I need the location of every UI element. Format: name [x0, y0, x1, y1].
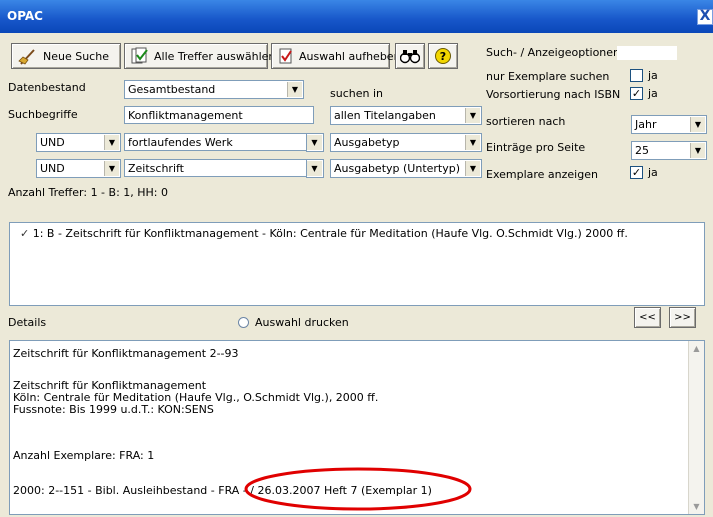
checkbox-label: ja	[648, 69, 658, 82]
details-scrollbar[interactable]: ▲ ▼	[688, 341, 704, 514]
help-icon: ?	[435, 48, 451, 64]
suchen-in-label: suchen in	[330, 87, 383, 100]
field-2-value: Ausgabetyp	[334, 136, 400, 149]
title-bar: OPAC X	[0, 0, 713, 33]
search-term-3-dropdown[interactable]: ▼	[306, 159, 324, 178]
chevron-down-icon: ▼	[104, 135, 119, 150]
search-term-2-input[interactable]: fortlaufendes Werk	[124, 133, 314, 151]
detail-line: Anzahl Exemplare: FRA: 1	[13, 449, 155, 462]
sortieren-label: sortieren nach	[486, 115, 566, 128]
nur-exemplare-checkbox[interactable]: ja	[630, 69, 658, 82]
search-term-2-dropdown[interactable]: ▼	[306, 133, 324, 152]
operator-3-value: UND	[40, 162, 65, 175]
detail-line: Fussnote: Bis 1999 u.d.T.: KON:SENS	[13, 403, 214, 416]
chevron-down-icon: ▼	[307, 161, 322, 176]
close-button[interactable]: X	[697, 9, 713, 25]
chevron-down-icon: ▼	[465, 108, 480, 123]
checkbox-box: ✓	[630, 87, 643, 100]
vorsortierung-checkbox[interactable]: ✓ ja	[630, 87, 658, 100]
search-term-1-input[interactable]: Konfliktmanagement	[124, 106, 314, 124]
chevron-down-icon: ▼	[465, 135, 480, 150]
field-3-select[interactable]: Ausgabetyp (Untertyp) ▼	[330, 159, 482, 178]
sort-select[interactable]: Jahr ▼	[631, 115, 707, 134]
broom-icon	[18, 49, 35, 65]
datenbestand-value: Gesamtbestand	[128, 83, 216, 96]
next-button[interactable]: >>	[669, 307, 696, 328]
detail-line: Zeitschrift für Konfliktmanagement 2--93	[13, 347, 239, 360]
help-button[interactable]: ?	[428, 43, 458, 69]
nur-exemplare-label: nur Exemplare suchen	[486, 70, 610, 83]
print-selection-radio[interactable]: Auswahl drucken	[238, 316, 349, 329]
field-1-value: allen Titelangaben	[334, 109, 436, 122]
checkbox-box: ✓	[630, 166, 643, 179]
checkbox-label: ja	[648, 166, 658, 179]
check-icon: ✓	[20, 227, 33, 240]
results-list[interactable]: ✓ 1: B - Zeitschrift für Konfliktmanagem…	[9, 222, 705, 306]
checkbox-box	[630, 69, 643, 82]
details-label: Details	[8, 316, 47, 329]
select-all-button[interactable]: Alle Treffer auswählen	[124, 43, 275, 69]
field-1-select[interactable]: allen Titelangaben ▼	[330, 106, 482, 125]
operator-3-select[interactable]: UND ▼	[36, 159, 121, 178]
binoculars-button[interactable]	[395, 43, 425, 69]
options-header: Such- / Anzeigeoptionen	[486, 46, 621, 59]
result-text: 1: B - Zeitschrift für Konfliktmanagemen…	[32, 227, 628, 240]
datenbestand-label: Datenbestand	[8, 81, 86, 94]
window-title: OPAC	[7, 9, 43, 23]
clear-selection-label: Auswahl aufheben	[299, 49, 401, 63]
suchbegriffe-label: Suchbegriffe	[8, 108, 78, 121]
options-blank-field	[617, 46, 677, 60]
binoculars-icon	[400, 50, 420, 64]
field-3-value: Ausgabetyp (Untertyp)	[334, 162, 461, 175]
prev-button[interactable]: <<	[634, 307, 661, 328]
chevron-down-icon: ▼	[287, 82, 302, 97]
list-item[interactable]: ✓ 1: B - Zeitschrift für Konfliktmanagem…	[20, 227, 628, 240]
print-selection-label: Auswahl drucken	[255, 316, 349, 329]
operator-2-value: UND	[40, 136, 65, 149]
select-all-icon	[131, 47, 148, 64]
details-panel[interactable]: Zeitschrift für Konfliktmanagement 2--93…	[9, 340, 705, 515]
chevron-down-icon: ▼	[465, 161, 480, 176]
vorsortierung-label: Vorsortierung nach ISBN	[486, 88, 621, 101]
radio-circle	[238, 317, 249, 328]
search-term-3-input[interactable]: Zeitschrift	[124, 159, 314, 177]
highlight-ellipse	[244, 467, 472, 511]
clear-selection-button[interactable]: Auswahl aufheben	[271, 43, 401, 69]
field-2-select[interactable]: Ausgabetyp ▼	[330, 133, 482, 152]
scroll-up-icon[interactable]: ▲	[689, 341, 704, 356]
scroll-down-icon[interactable]: ▼	[689, 499, 704, 514]
chevron-down-icon: ▼	[307, 135, 322, 150]
operator-2-select[interactable]: UND ▼	[36, 133, 121, 152]
entries-per-page-value: 25	[635, 144, 649, 157]
eintraege-label: Einträge pro Seite	[486, 141, 586, 154]
hit-count: Anzahl Treffer: 1 - B: 1, HH: 0	[8, 186, 169, 199]
exemplare-label: Exemplare anzeigen	[486, 168, 598, 181]
chevron-down-icon: ▼	[690, 143, 705, 158]
sort-value: Jahr	[635, 118, 657, 131]
datenbestand-select[interactable]: Gesamtbestand ▼	[124, 80, 304, 99]
new-search-label: Neue Suche	[43, 49, 109, 63]
entries-per-page-select[interactable]: 25 ▼	[631, 141, 707, 160]
opac-window: Neue Suche Alle Treffer auswählen Auswah…	[0, 33, 713, 517]
new-search-button[interactable]: Neue Suche	[11, 43, 121, 69]
chevron-down-icon: ▼	[104, 161, 119, 176]
clear-selection-icon	[279, 48, 292, 64]
exemplare-checkbox[interactable]: ✓ ja	[630, 166, 658, 179]
checkbox-label: ja	[648, 87, 658, 100]
select-all-label: Alle Treffer auswählen	[154, 49, 276, 63]
chevron-down-icon: ▼	[690, 117, 705, 132]
svg-text:?: ?	[440, 50, 446, 63]
